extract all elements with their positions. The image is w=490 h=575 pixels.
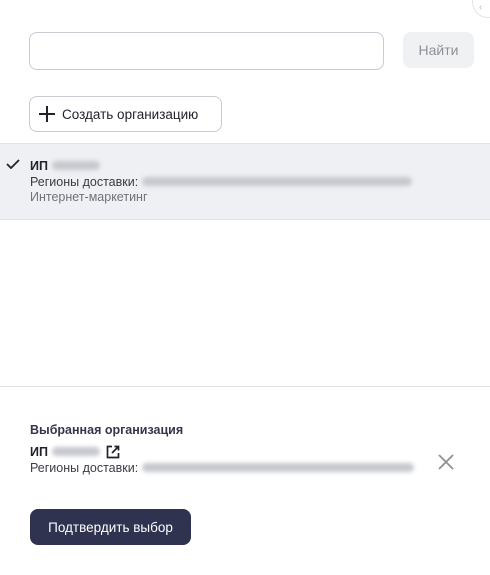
chevron-icon: ‹ bbox=[479, 2, 483, 13]
organization-name: ИП bbox=[30, 159, 100, 173]
organization-list-item[interactable]: ИП Регионы доставки: Интернет-маркетинг bbox=[0, 143, 490, 220]
selected-organization-name: ИП bbox=[30, 445, 120, 459]
external-link-icon[interactable] bbox=[106, 445, 120, 459]
selected-organization-title: Выбранная организация bbox=[30, 423, 184, 437]
search-input[interactable] bbox=[29, 32, 384, 70]
section-divider bbox=[0, 386, 490, 387]
redacted-name bbox=[51, 446, 100, 456]
create-organization-label: Создать организацию bbox=[62, 106, 199, 122]
redacted-regions bbox=[142, 177, 413, 187]
clear-selection-button[interactable] bbox=[436, 452, 456, 472]
create-organization-button[interactable]: Создать организацию bbox=[29, 96, 222, 132]
redacted-name bbox=[51, 161, 100, 171]
find-button[interactable]: Найти bbox=[403, 32, 474, 68]
check-icon bbox=[6, 159, 20, 169]
confirm-selection-button[interactable]: Подтвердить выбор bbox=[30, 509, 191, 545]
organization-category: Интернет-маркетинг bbox=[30, 190, 148, 204]
delivery-regions: Регионы доставки: bbox=[30, 175, 413, 189]
panel-corner-button[interactable]: ‹ bbox=[472, 0, 490, 18]
selected-delivery-regions: Регионы доставки: bbox=[30, 461, 415, 475]
plus-icon bbox=[39, 106, 55, 122]
redacted-regions bbox=[142, 463, 415, 473]
close-icon bbox=[438, 454, 454, 470]
